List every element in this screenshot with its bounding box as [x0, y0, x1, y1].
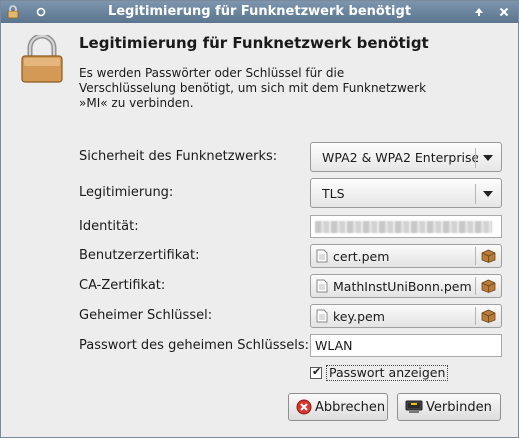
window-menu-icon[interactable] [4, 3, 22, 21]
padlock-icon [21, 35, 63, 83]
identity-input[interactable] [310, 215, 502, 238]
box-folder-icon [481, 279, 496, 293]
private-key-value: key.pem [333, 309, 385, 324]
description-line: »MI« zu verbinden. [79, 96, 194, 110]
auth-value: TLS [322, 186, 345, 201]
auth-dialog-window: Legitimierung für Funknetzwerk benötigt … [0, 0, 519, 438]
dialog-description: Es werden Passwörter oder Schlüssel für … [79, 66, 499, 111]
user-cert-chooser[interactable]: cert.pem [310, 244, 502, 268]
auth-combo[interactable]: TLS [310, 178, 502, 208]
ca-cert-chooser[interactable]: MathInstUniBonn.pem [310, 274, 502, 298]
private-key-chooser[interactable]: key.pem [310, 304, 502, 328]
dialog-heading: Legitimierung für Funknetzwerk benötigt [79, 34, 429, 52]
show-password-label[interactable]: Passwort anzeigen [326, 365, 449, 381]
show-password-checkbox[interactable]: ✔ Passwort anzeigen [310, 365, 449, 381]
pin-icon[interactable] [32, 3, 50, 21]
network-connect-icon [405, 399, 423, 415]
key-password-label: Passwort des geheimen Schlüssels: [79, 338, 310, 353]
box-folder-icon [481, 249, 496, 263]
box-folder-icon [481, 309, 496, 323]
key-password-input[interactable]: WLAN [310, 334, 502, 357]
security-label: Sicherheit des Funknetzwerks: [79, 149, 278, 164]
chevron-down-icon [483, 191, 493, 197]
private-key-label: Geheimer Schlüssel: [79, 308, 213, 323]
description-line: Verschlüsselung benötigt, um sich mit de… [79, 81, 427, 95]
window-title: Legitimierung für Funknetzwerk benötigt [107, 4, 412, 19]
close-icon[interactable] [495, 3, 513, 21]
user-cert-label: Benutzerzertifikat: [79, 248, 200, 263]
identity-label: Identität: [79, 219, 139, 234]
key-password-value: WLAN [315, 338, 353, 353]
connect-button[interactable]: Verbinden [397, 393, 501, 421]
maximize-icon[interactable] [470, 3, 488, 21]
security-combo[interactable]: WPA2 & WPA2 Enterprise [310, 142, 502, 172]
cancel-button[interactable]: Abbrechen [288, 393, 388, 421]
cancel-button-label: Abbrechen [315, 399, 386, 415]
titlebar[interactable]: Legitimierung für Funknetzwerk benötigt [1, 1, 518, 23]
description-line: Es werden Passwörter oder Schlüssel für … [79, 66, 345, 80]
file-icon [316, 249, 328, 263]
identity-redacted-value [315, 221, 492, 233]
user-cert-value: cert.pem [333, 249, 390, 264]
ca-cert-label: CA-Zertifikat: [79, 278, 166, 293]
security-value: WPA2 & WPA2 Enterprise [322, 150, 478, 165]
auth-label: Legitimierung: [79, 185, 174, 200]
chevron-down-icon [483, 155, 493, 161]
cancel-icon [296, 399, 312, 415]
connect-button-label: Verbinden [426, 399, 492, 415]
ca-cert-value: MathInstUniBonn.pem [333, 279, 472, 294]
file-icon [316, 309, 328, 323]
file-icon [316, 279, 328, 293]
checkbox-box[interactable]: ✔ [310, 365, 322, 379]
